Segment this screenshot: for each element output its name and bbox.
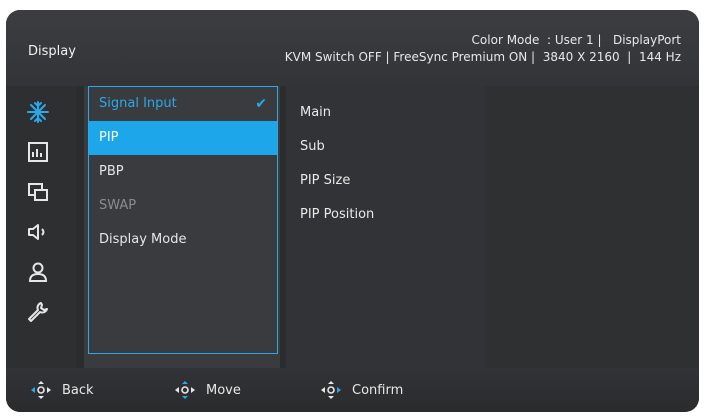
move-label: Move: [206, 382, 241, 398]
menu-item-label: Signal Input: [99, 96, 177, 111]
menu-item-display-mode[interactable]: Display Mode: [89, 223, 277, 257]
menu-item-swap: SWAP: [89, 189, 277, 223]
menu-item-pip[interactable]: PIP: [89, 121, 277, 155]
osd-window: Display Color Mode : User 1 | DisplayPor…: [6, 10, 699, 412]
footer-bar: Back Move Confirm: [6, 368, 699, 412]
page-title: Display: [28, 44, 76, 59]
audio-icon[interactable]: [24, 218, 52, 246]
menu-item-label: SWAP: [99, 198, 137, 213]
pip-icon[interactable]: [24, 178, 52, 206]
move-button[interactable]: Move: [174, 380, 241, 400]
header-bar: Display Color Mode : User 1 | DisplayPor…: [6, 10, 699, 86]
status-line-2: KVM Switch OFF | FreeSync Premium ON | 3…: [284, 50, 681, 64]
joystick-move-icon: [175, 381, 195, 399]
submenu-panel: Main Sub PIP Size PIP Position: [286, 86, 486, 368]
sidebar: [6, 86, 76, 368]
menu-item-signal-input[interactable]: Signal Input ✔: [89, 87, 277, 121]
picture-icon[interactable]: [24, 138, 52, 166]
back-label: Back: [62, 382, 94, 398]
back-button[interactable]: Back: [30, 380, 94, 400]
value-panel: [486, 86, 699, 368]
menu-item-label: Display Mode: [99, 232, 187, 247]
system-icon[interactable]: [24, 298, 52, 326]
submenu-item-pip-position[interactable]: PIP Position: [300, 207, 374, 222]
menu-item-pbp[interactable]: PBP: [89, 155, 277, 189]
submenu-item-main[interactable]: Main: [300, 105, 331, 120]
check-icon: ✔: [255, 96, 267, 112]
menu-item-label: PBP: [99, 164, 124, 179]
menu-list: Signal Input ✔ PIP PBP SWAP Display Mode: [88, 86, 278, 354]
menu-item-label: PIP: [99, 130, 119, 145]
status-info: Color Mode : User 1 | DisplayPort KVM Sw…: [285, 32, 681, 66]
confirm-label: Confirm: [352, 382, 404, 398]
status-line-1: Color Mode : User 1 | DisplayPort: [471, 33, 681, 47]
user-icon[interactable]: [24, 258, 52, 286]
submenu-item-pip-size[interactable]: PIP Size: [300, 173, 350, 188]
joystick-left-icon: [31, 381, 51, 399]
joystick-right-icon: [321, 381, 341, 399]
submenu-item-sub[interactable]: Sub: [300, 139, 325, 154]
display-icon[interactable]: [24, 98, 52, 126]
confirm-button[interactable]: Confirm: [320, 380, 403, 400]
